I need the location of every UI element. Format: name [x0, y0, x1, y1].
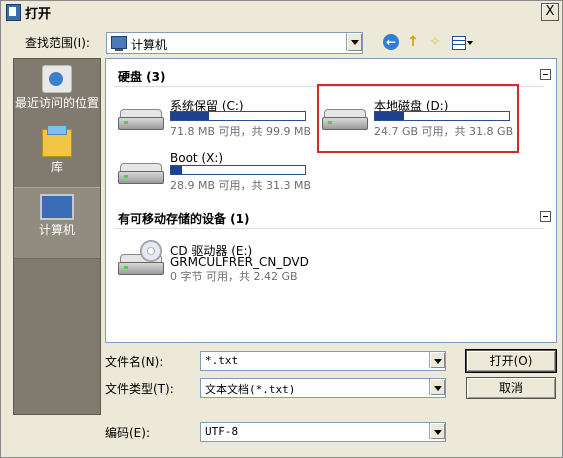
selection-highlight-box [317, 84, 519, 153]
place-recent-label: 最近访问的位置 [14, 96, 99, 110]
filename-combo[interactable]: *.txt [200, 351, 446, 371]
look-in-value: 计算机 [131, 38, 168, 52]
drive-c[interactable]: 系统保留 (C:) 71.8 MB 可用，共 99.9 MB [112, 95, 311, 139]
place-recent[interactable]: 最近访问的位置 [14, 65, 100, 110]
chevron-down-icon[interactable] [429, 423, 445, 439]
places-bar: 最近访问的位置 库 计算机 [13, 58, 101, 415]
drive-c-usage-bar [170, 111, 306, 121]
look-in-combo[interactable]: 计算机 [106, 32, 363, 54]
title-bar: 打开 X [1, 1, 562, 22]
group-removable: 有可移动存储的设备 (1) [118, 212, 250, 226]
hard-drive-icon [118, 109, 164, 130]
chevron-down-icon[interactable] [346, 33, 362, 51]
dialog-icon [6, 4, 21, 21]
filetype-value: 文本文档(*.txt) [205, 383, 296, 396]
cancel-button[interactable]: 取消 [466, 377, 556, 399]
filetype-label: 文件类型(T): [105, 382, 174, 396]
up-folder-button[interactable]: ↑ [403, 32, 423, 52]
views-menu-button[interactable] [449, 32, 475, 52]
up-arrow-icon: ↑ [407, 34, 419, 50]
drive-x-usage-fill [171, 166, 182, 174]
back-button[interactable]: ← [381, 32, 401, 52]
chevron-down-icon[interactable] [429, 352, 445, 368]
new-folder-icon: ✧ [429, 34, 441, 50]
disc-icon [140, 240, 162, 262]
collapse-hard-disks-icon[interactable] [540, 69, 551, 80]
filename-value: *.txt [205, 354, 239, 367]
encoding-value: UTF-8 [205, 425, 239, 438]
drive-c-info: 71.8 MB 可用，共 99.9 MB [170, 125, 312, 138]
file-list[interactable]: 硬盘 (3) 系统保留 (C:) 71.8 MB 可用，共 99.9 MB 本地… [105, 58, 557, 343]
recent-places-icon [42, 65, 72, 93]
drive-e-volume-label: GRMCULFRER_CN_DVD [170, 255, 309, 269]
place-library[interactable]: 库 [14, 125, 100, 174]
drive-e-info: 0 字节 可用，共 2.42 GB [170, 270, 298, 283]
place-computer[interactable]: 计算机 [14, 187, 100, 259]
open-button[interactable]: 打开(O) [465, 349, 557, 373]
computer-monitor-icon [40, 194, 74, 220]
drive-x[interactable]: Boot (X:) 28.9 MB 可用，共 31.3 MB [112, 149, 311, 193]
drive-e[interactable]: CD 驱动器 (E:) GRMCULFRER_CN_DVD 0 字节 可用，共 … [112, 240, 309, 284]
caret-down-icon [467, 41, 473, 45]
open-dialog: 打开 X 查找范围(I): 计算机 ← ↑ ✧ 最近访问的位置 库 计算机 硬盘… [0, 0, 563, 458]
group-hard-disks: 硬盘 (3) [118, 70, 166, 84]
drive-x-usage-bar [170, 165, 306, 175]
filetype-select[interactable]: 文本文档(*.txt) [200, 378, 446, 398]
back-arrow-icon: ← [383, 34, 399, 50]
computer-icon [111, 36, 127, 51]
collapse-removable-icon[interactable] [540, 211, 551, 222]
encoding-label: 编码(E): [105, 426, 150, 440]
library-icon [42, 125, 72, 157]
hard-drive-icon [118, 163, 164, 184]
place-computer-label: 计算机 [38, 223, 75, 237]
chevron-down-icon[interactable] [429, 379, 445, 395]
look-in-label: 查找范围(I): [25, 36, 90, 50]
group-divider [114, 228, 544, 229]
dialog-title: 打开 [25, 7, 52, 22]
place-library-label: 库 [50, 160, 63, 174]
encoding-select[interactable]: UTF-8 [200, 422, 446, 442]
close-button[interactable]: X [541, 3, 559, 21]
view-grid-icon [452, 36, 466, 50]
new-folder-button[interactable]: ✧ [425, 32, 445, 52]
drive-x-name: Boot (X:) [170, 151, 224, 165]
drive-c-usage-fill [171, 112, 209, 120]
filename-label: 文件名(N): [105, 355, 164, 369]
drive-x-info: 28.9 MB 可用，共 31.3 MB [170, 179, 312, 192]
